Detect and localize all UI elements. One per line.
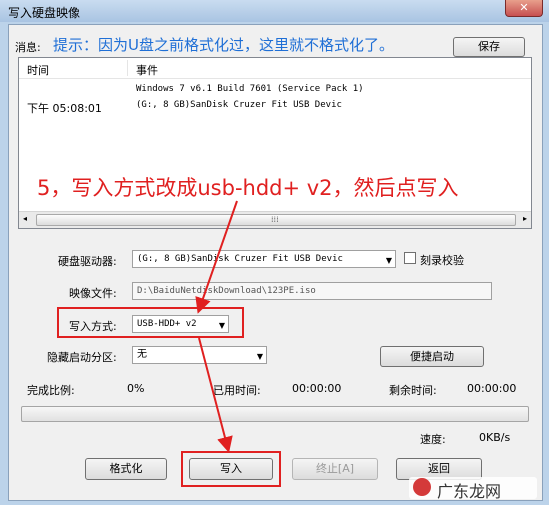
annotation-arrows <box>195 200 238 453</box>
title-bar[interactable]: 写入硬盘映像 ✕ <box>0 0 549 22</box>
close-icon: ✕ <box>519 1 529 14</box>
arrow-to-write-button <box>198 337 233 453</box>
dialog-window: 写入硬盘映像 ✕ 消息: 提示：因为U盘之前格式化过，这里就不格式化了。 保存 … <box>0 0 549 505</box>
watermark-logo-icon <box>413 478 431 496</box>
close-button[interactable]: ✕ <box>505 0 543 17</box>
arrow-to-write-mode <box>195 200 238 314</box>
watermark-text: 广东龙网 <box>437 482 502 501</box>
window-title: 写入硬盘映像 <box>8 6 81 20</box>
dialog-client: 消息: 提示：因为U盘之前格式化过，这里就不格式化了。 保存 时间 事件 Win… <box>8 24 543 501</box>
watermark: 广东龙网 <box>409 477 537 501</box>
